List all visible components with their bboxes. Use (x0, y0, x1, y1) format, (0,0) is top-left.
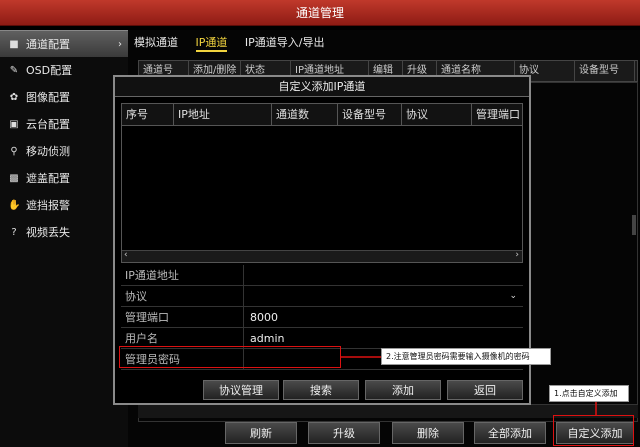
chevron-down-icon: ⌄ (509, 291, 517, 301)
results-header: 序号 IP地址 通道数 设备型号 协议 管理端口 (122, 104, 522, 126)
sidebar-item-video-loss[interactable]: ? 视频丢失 (0, 219, 128, 246)
add-button[interactable]: 添加 (365, 380, 441, 400)
sidebar-item-label: 遮挡报警 (26, 199, 70, 212)
camera-icon: ■ (9, 39, 19, 50)
tab-analog[interactable]: 模拟通道 (134, 34, 178, 50)
scroll-right-icon[interactable]: › (515, 250, 519, 260)
port-row: 管理端口 8000 (121, 307, 523, 328)
search-button[interactable]: 搜索 (283, 380, 359, 400)
sidebar-item-label: 遮盖配置 (26, 172, 70, 185)
ip-input[interactable] (243, 265, 521, 286)
sidebar-item-channel-config[interactable]: ■ 通道配置 › (0, 30, 128, 57)
protocol-management-button[interactable]: 协议管理 (203, 380, 279, 400)
sidebar-item-image[interactable]: ✿ 图像配置 (0, 84, 128, 111)
tab-bar: 模拟通道 IP通道 IP通道导入/导出 (134, 34, 338, 54)
add-all-button[interactable]: 全部添加 (474, 422, 546, 444)
vertical-scrollbar[interactable] (632, 215, 636, 235)
chevron-right-icon: › (118, 39, 122, 50)
column-header: 设备型号 (338, 104, 402, 126)
sidebar-item-label: 视频丢失 (26, 226, 70, 239)
sidebar-item-ptz[interactable]: ▣ 云台配置 (0, 111, 128, 138)
column-header: 协议 (402, 104, 472, 126)
search-results-table: 序号 IP地址 通道数 设备型号 协议 管理端口 ‹ › (121, 103, 523, 263)
motion-icon: ⚲ (10, 146, 18, 157)
upgrade-button[interactable]: 升级 (308, 422, 380, 444)
osd-icon: ✎ (9, 65, 19, 76)
image-icon: ✿ (9, 92, 19, 103)
sidebar-item-label: 移动侦测 (26, 145, 70, 158)
protocol-label: 协议 (125, 290, 147, 303)
password-highlight-box (119, 346, 341, 368)
sidebar-item-motion[interactable]: ⚲ 移动侦测 (0, 138, 128, 165)
ip-label: IP通道地址 (125, 269, 179, 282)
sidebar-item-tamper[interactable]: ✋ 遮挡报警 (0, 192, 128, 219)
sidebar-item-label: OSD配置 (26, 64, 73, 77)
password-note: 2.注意管理员密码需要输入摄像机的密码 (381, 348, 551, 365)
video-loss-icon: ? (11, 227, 17, 238)
sidebar-item-label: 图像配置 (26, 91, 70, 104)
column-header: 管理端口 (476, 108, 520, 121)
back-button[interactable]: 返回 (447, 380, 523, 400)
hand-icon: ✋ (8, 200, 21, 211)
sidebar-item-osd[interactable]: ✎ OSD配置 (0, 57, 128, 84)
refresh-button[interactable]: 刷新 (225, 422, 297, 444)
ip-row: IP通道地址 (121, 265, 523, 286)
scroll-left-icon[interactable]: ‹ (124, 250, 128, 260)
mask-icon: ▩ (9, 173, 19, 184)
tab-ip-channel[interactable]: IP通道 (195, 34, 228, 52)
dialog-buttons: 协议管理 搜索 添加 返回 (115, 380, 529, 402)
column-header: 设备型号 (575, 61, 635, 81)
column-header: 通道数 (272, 104, 338, 126)
ptz-icon: ▣ (9, 119, 19, 130)
sidebar-item-label: 云台配置 (26, 118, 70, 131)
custom-add-note: 1.点击自定义添加 (549, 385, 629, 402)
sidebar: ■ 通道配置 › ✎ OSD配置 ✿ 图像配置 ▣ 云台配置 ⚲ 移动侦测 ▩ … (0, 30, 128, 447)
results-scrollbar[interactable]: ‹ › (122, 250, 522, 262)
tab-import-export[interactable]: IP通道导入/导出 (245, 34, 325, 50)
port-input[interactable]: 8000 (243, 307, 521, 328)
port-label: 管理端口 (125, 311, 169, 324)
column-header: IP地址 (174, 104, 272, 126)
custom-add-highlight-box (553, 415, 634, 446)
protocol-select[interactable]: ⌄ (243, 286, 521, 307)
sidebar-item-label: 通道配置 (26, 38, 70, 51)
window-title: 通道管理 (0, 0, 640, 26)
sidebar-item-mask[interactable]: ▩ 遮盖配置 (0, 165, 128, 192)
delete-button[interactable]: 删除 (392, 422, 464, 444)
dialog-title: 自定义添加IP通道 (115, 77, 529, 97)
column-header: 序号 (122, 104, 174, 126)
protocol-row: 协议 ⌄ (121, 286, 523, 307)
